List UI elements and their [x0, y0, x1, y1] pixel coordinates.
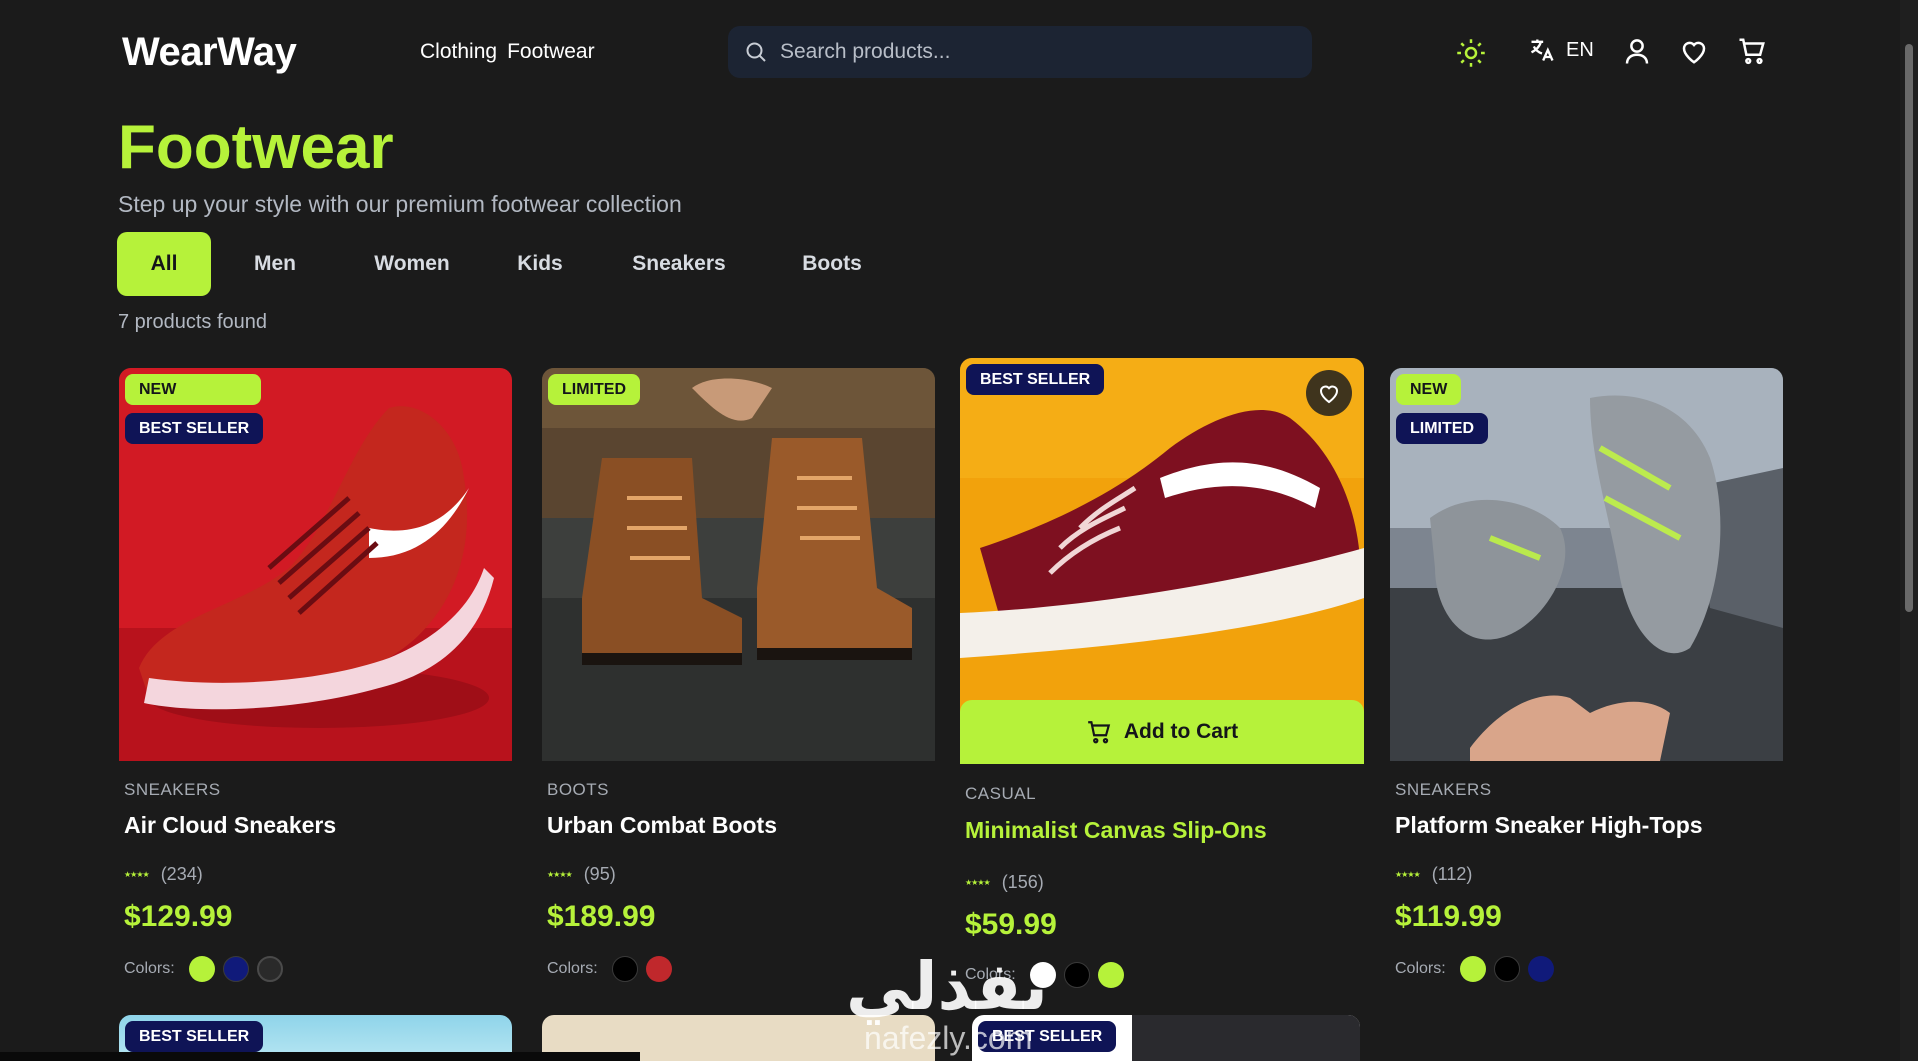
- product-price: $129.99: [124, 900, 233, 933]
- color-swatch[interactable]: [1459, 956, 1486, 982]
- badge-best-seller: BEST SELLER: [966, 364, 1105, 395]
- badge-new: NEW: [1396, 374, 1462, 405]
- color-swatch[interactable]: [611, 956, 638, 982]
- product-image[interactable]: [542, 368, 935, 761]
- language-label: EN: [1566, 38, 1594, 61]
- product-category: BOOTS: [547, 780, 610, 799]
- product-category: SNEAKERS: [1395, 780, 1492, 799]
- product-name[interactable]: Air Cloud Sneakers: [124, 812, 336, 839]
- rating-stars-icon: ★★★★: [124, 870, 150, 879]
- product-rating: ★★★★ (156): [965, 872, 1044, 893]
- rating-stars-icon: ★★★★: [1395, 870, 1421, 879]
- review-count: (112): [1431, 864, 1473, 884]
- colors-label: Colors:: [1395, 960, 1446, 977]
- search-bar[interactable]: [728, 26, 1312, 78]
- filter-sneakers[interactable]: Sneakers: [595, 232, 763, 296]
- product-price: $59.99: [965, 908, 1057, 941]
- search-input[interactable]: [780, 40, 1280, 64]
- color-swatch[interactable]: [1097, 962, 1124, 988]
- product-rating: ★★★★ (112): [1395, 864, 1472, 885]
- product-rating: ★★★★ (95): [547, 864, 616, 885]
- product-name[interactable]: Platform Sneaker High-Tops: [1395, 812, 1703, 839]
- main-nav: Clothing Footwear: [420, 40, 595, 64]
- filter-men[interactable]: Men: [211, 232, 339, 296]
- heart-icon[interactable]: [1679, 36, 1709, 66]
- watermark-arabic: نفذلي: [846, 948, 1048, 1025]
- rating-stars-icon: ★★★★: [965, 878, 991, 887]
- watermark: نفذلي nafezly.com: [846, 948, 1086, 1061]
- nav-clothing[interactable]: Clothing: [420, 40, 497, 64]
- product-rating: ★★★★ (234): [124, 864, 203, 885]
- page-subtitle: Step up your style with our premium foot…: [118, 191, 682, 217]
- badge-limited: LIMITED: [548, 374, 640, 405]
- colors-label: Colors:: [547, 960, 598, 977]
- translate-icon: [1530, 39, 1554, 61]
- product-category: CASUAL: [965, 784, 1037, 803]
- color-swatch[interactable]: [222, 956, 249, 982]
- product-price: $119.99: [1395, 900, 1502, 933]
- add-to-cart-button[interactable]: Add to Cart: [960, 700, 1364, 764]
- color-swatch[interactable]: [188, 956, 215, 982]
- search-icon: [746, 42, 766, 62]
- brand-logo[interactable]: WearWay: [122, 30, 297, 75]
- sun-icon[interactable]: [1456, 38, 1486, 68]
- header: WearWay Clothing Footwear EN: [0, 0, 1918, 104]
- review-count: (234): [160, 864, 203, 884]
- product-name[interactable]: Urban Combat Boots: [547, 812, 777, 839]
- product-card[interactable]: NEW BEST SELLER SNEAKERS Air Cloud Sneak…: [119, 368, 512, 1028]
- cart-icon[interactable]: [1737, 36, 1767, 66]
- product-price: $189.99: [547, 900, 656, 933]
- filter-kids[interactable]: Kids: [485, 232, 595, 296]
- user-icon[interactable]: [1622, 36, 1652, 66]
- review-count: (156): [1001, 872, 1044, 892]
- rating-stars-icon: ★★★★: [547, 870, 573, 879]
- color-swatch[interactable]: [645, 956, 672, 982]
- color-swatch[interactable]: [1493, 956, 1520, 982]
- colors-label: Colors:: [124, 960, 175, 977]
- color-options: Colors:: [124, 956, 283, 982]
- product-name[interactable]: Minimalist Canvas Slip-Ons: [965, 817, 1267, 844]
- product-card[interactable]: BEST SELLER Add to Cart CASUAL Minimalis…: [960, 358, 1364, 1018]
- color-options: Colors:: [1395, 956, 1554, 982]
- filter-tabs: All Men Women Kids Sneakers Boots: [117, 232, 901, 296]
- scrollbar-thumb[interactable]: [1905, 44, 1913, 612]
- watermark-latin: nafezly.com: [864, 1020, 1033, 1056]
- product-count: 7 products found: [118, 311, 267, 333]
- filter-women[interactable]: Women: [339, 232, 485, 296]
- badge-limited: LIMITED: [1396, 413, 1488, 444]
- cart-icon: [1087, 721, 1111, 744]
- product-category: SNEAKERS: [124, 780, 221, 799]
- color-swatch[interactable]: [1527, 956, 1554, 982]
- product-card[interactable]: NEW LIMITED SNEAKERS Platform Sneaker Hi…: [1390, 368, 1783, 1028]
- nav-footwear[interactable]: Footwear: [507, 40, 595, 64]
- badge-best-seller: BEST SELLER: [125, 413, 264, 444]
- product-card[interactable]: LIMITED BOOTS Urban Combat Boots ★★★★ (9…: [542, 368, 935, 1028]
- color-swatch[interactable]: [256, 956, 283, 982]
- badge-best-seller: BEST SELLER: [125, 1021, 264, 1052]
- filter-boots[interactable]: Boots: [763, 232, 901, 296]
- status-bar: [0, 1052, 640, 1061]
- color-options: Colors:: [547, 956, 672, 982]
- page-title: Footwear: [118, 113, 394, 182]
- review-count: (95): [583, 864, 616, 884]
- badge-new: NEW: [125, 374, 261, 405]
- page: WearWay Clothing Footwear EN Footwear St…: [0, 0, 1918, 1061]
- heart-icon: [1319, 385, 1339, 404]
- filter-all[interactable]: All: [117, 232, 211, 296]
- add-to-cart-label: Add to Cart: [1123, 720, 1239, 743]
- favorite-button[interactable]: [1306, 370, 1352, 416]
- language-switch[interactable]: EN: [1528, 36, 1594, 64]
